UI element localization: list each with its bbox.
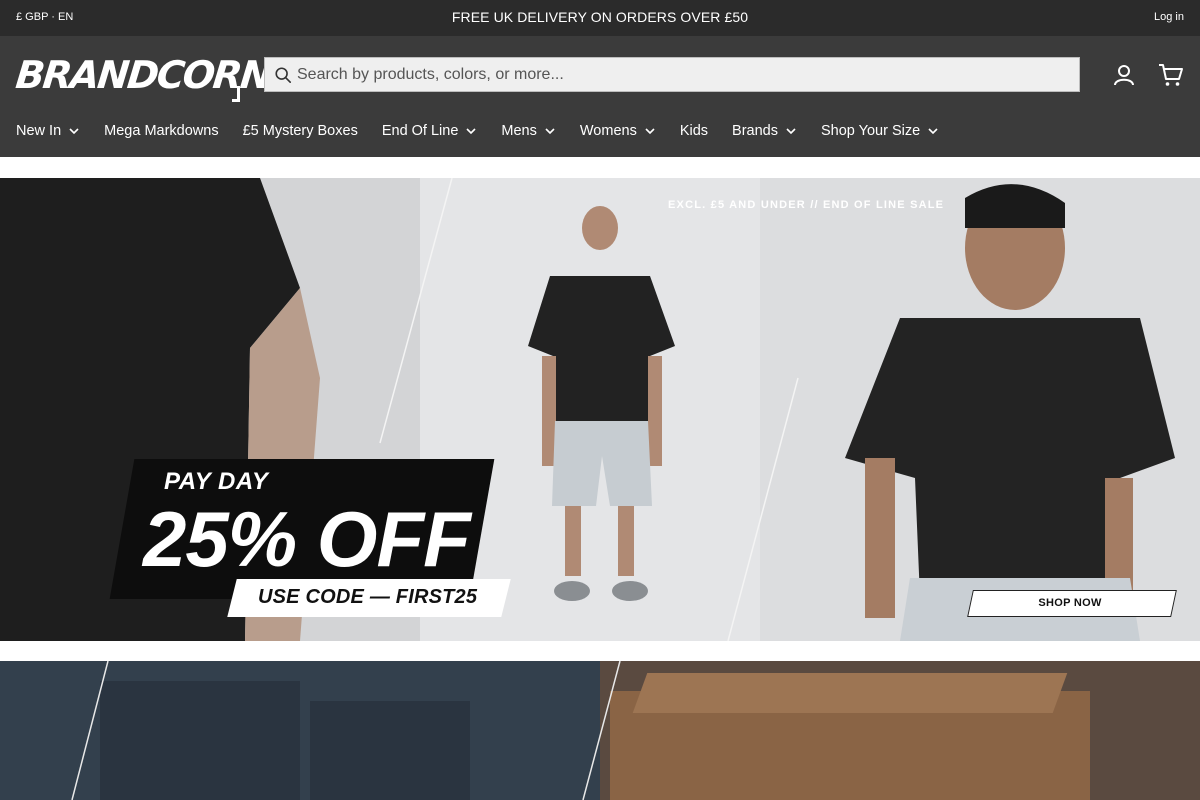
nav-item-end-of-line[interactable]: End Of Line bbox=[382, 121, 478, 141]
main-navigation: New In Mega Markdowns £5 Mystery Boxes E… bbox=[16, 121, 963, 141]
nav-item-shop-your-size[interactable]: Shop Your Size bbox=[821, 121, 939, 141]
search-icon bbox=[275, 67, 292, 84]
nav-label: Womens bbox=[579, 123, 637, 139]
nav-item-kids[interactable]: Kids bbox=[680, 121, 708, 141]
shop-now-label[interactable]: SHOP NOW bbox=[970, 597, 1170, 609]
site-header: BRANDCORNER New In Mega Markdowns £5 Mys… bbox=[0, 36, 1200, 157]
chevron-down-icon bbox=[786, 128, 796, 135]
chevron-down-icon bbox=[545, 128, 555, 135]
nav-item-womens[interactable]: Womens bbox=[580, 121, 656, 141]
nav-item-brands[interactable]: Brands bbox=[732, 121, 797, 141]
nav-label: Kids bbox=[679, 123, 709, 139]
nav-label: Mega Markdowns bbox=[104, 123, 219, 139]
nav-label: £5 Mystery Boxes bbox=[242, 123, 358, 139]
search-bar[interactable] bbox=[264, 57, 1080, 92]
chevron-down-icon bbox=[645, 128, 655, 135]
promo-heading: PAY DAY bbox=[164, 468, 269, 495]
logo-mark bbox=[232, 86, 240, 102]
model-side-figure bbox=[845, 184, 1175, 641]
chevron-down-icon bbox=[928, 128, 938, 135]
nav-label: Brands bbox=[732, 123, 778, 139]
login-link[interactable]: Log in bbox=[1154, 11, 1184, 23]
free-delivery-banner: FREE UK DELIVERY ON ORDERS OVER £50 bbox=[451, 9, 749, 25]
nav-label: End Of Line bbox=[381, 123, 459, 139]
nav-item-mystery-boxes[interactable]: £5 Mystery Boxes bbox=[243, 121, 358, 141]
promo-exclusion-note: EXCL. £5 AND UNDER // END OF LINE SALE bbox=[668, 199, 945, 211]
hero-banner[interactable]: EXCL. £5 AND UNDER // END OF LINE SALE P… bbox=[0, 178, 1200, 641]
model-standing-figure bbox=[528, 206, 675, 601]
announcement-bar: £ GBP · EN FREE UK DELIVERY ON ORDERS OV… bbox=[0, 0, 1200, 36]
account-icon[interactable] bbox=[1111, 62, 1137, 88]
nav-label: Shop Your Size bbox=[821, 123, 921, 139]
chevron-down-icon bbox=[466, 128, 476, 135]
promo-discount: 25% OFF bbox=[143, 495, 471, 583]
search-input[interactable] bbox=[297, 58, 1067, 91]
nav-label: Mens bbox=[501, 123, 537, 139]
banner-divider-lines bbox=[71, 661, 621, 800]
cart-icon[interactable] bbox=[1158, 62, 1184, 88]
mystery-box-banner[interactable] bbox=[0, 661, 1200, 800]
promo-code: USE CODE — FIRST25 bbox=[258, 586, 478, 608]
nav-item-mens[interactable]: Mens bbox=[501, 121, 555, 141]
nav-item-mega-markdowns[interactable]: Mega Markdowns bbox=[104, 121, 218, 141]
brand-logo[interactable]: BRANDCORNER bbox=[14, 50, 324, 102]
chevron-down-icon bbox=[69, 128, 79, 135]
nav-item-new-in[interactable]: New In bbox=[16, 121, 80, 141]
nav-label: New In bbox=[16, 123, 62, 139]
